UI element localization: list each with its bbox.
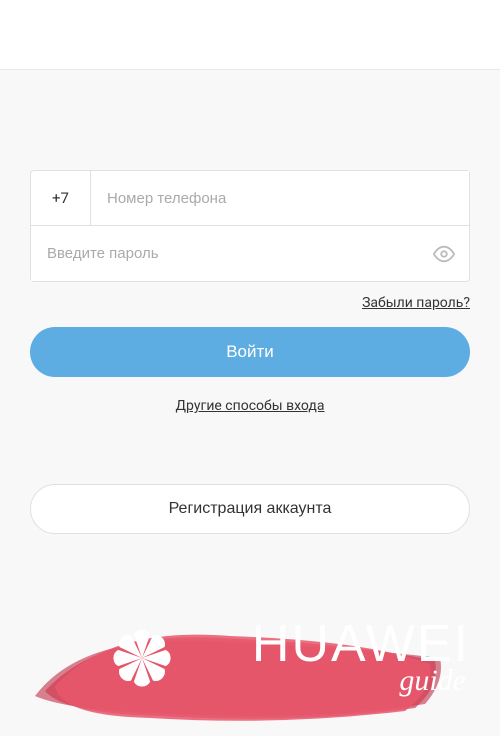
footer-banner: HUAWEI guide (0, 566, 500, 736)
top-bar (0, 0, 500, 70)
brand-text: HUAWEI guide (252, 618, 470, 696)
phone-input[interactable] (91, 171, 469, 225)
other-row: Другие способы входа (30, 395, 470, 414)
huawei-logo-icon (108, 624, 176, 692)
country-code-selector[interactable]: +7 (31, 171, 91, 225)
other-login-methods-link[interactable]: Другие способы входа (176, 398, 325, 414)
login-form: +7 Забыли пароль? Войти Другие способы в… (0, 70, 500, 534)
show-password-icon[interactable] (419, 226, 469, 281)
brand-name: HUAWEI (252, 618, 470, 670)
login-button[interactable]: Войти (30, 327, 470, 377)
forgot-password-link[interactable]: Забыли пароль? (362, 295, 470, 311)
brush-background (20, 596, 450, 726)
phone-row: +7 (30, 170, 470, 226)
brand-subtitle: guide (252, 666, 466, 696)
password-row (30, 226, 470, 282)
register-button[interactable]: Регистрация аккаунта (30, 484, 470, 534)
register-wrapper: Регистрация аккаунта (30, 484, 470, 534)
password-input[interactable] (31, 226, 419, 281)
forgot-row: Забыли пароль? (30, 292, 470, 311)
